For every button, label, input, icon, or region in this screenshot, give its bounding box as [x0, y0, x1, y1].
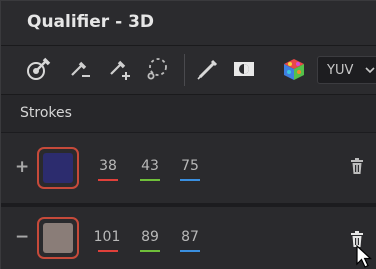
mouse-cursor-icon	[356, 245, 372, 268]
value-blue: 75	[181, 158, 199, 174]
colorspace-value: YUV	[327, 63, 354, 78]
color-swatch	[43, 153, 73, 183]
eyedropper-minus-icon[interactable]	[65, 54, 95, 84]
lasso-icon[interactable]	[143, 54, 173, 84]
blue-underline	[180, 250, 200, 252]
toolbar-separator	[184, 54, 185, 86]
strokes-label: Strokes	[20, 105, 72, 121]
invert-icon[interactable]	[229, 54, 259, 84]
green-underline	[140, 179, 160, 181]
strokes-section-header: Strokes	[1, 95, 376, 132]
subtract-sign-icon[interactable]: −	[15, 227, 29, 247]
value-blue: 87	[181, 229, 199, 245]
stroke-row: − 101 89 87	[1, 207, 376, 269]
color-swatch	[43, 223, 73, 253]
toolbar: YUV	[1, 46, 376, 94]
green-underline	[140, 250, 160, 252]
qualifier-3d-panel: Qualifier - 3D YUV Strokes + 38 43 75 − …	[0, 0, 376, 269]
value-red: 101	[93, 229, 121, 245]
chevron-down-icon[interactable]	[365, 66, 375, 74]
swatch-frame[interactable]	[37, 147, 79, 189]
trash-icon[interactable]	[350, 158, 364, 174]
panel-header: Qualifier - 3D	[1, 1, 376, 45]
color-cube-icon[interactable]	[279, 54, 309, 84]
value-red: 38	[99, 158, 117, 174]
blue-underline	[180, 179, 200, 181]
add-sign-icon[interactable]: +	[15, 157, 29, 177]
pen-icon[interactable]	[193, 54, 223, 84]
eyedropper-plus-icon[interactable]	[105, 54, 135, 84]
swatch-frame[interactable]	[37, 217, 79, 259]
panel-title: Qualifier - 3D	[27, 12, 155, 32]
red-underline	[98, 179, 118, 181]
eyedropper-target-icon[interactable]	[23, 54, 53, 84]
stroke-row: + 38 43 75	[1, 133, 376, 203]
value-green: 89	[141, 229, 159, 245]
red-underline	[98, 250, 118, 252]
value-green: 43	[141, 158, 159, 174]
